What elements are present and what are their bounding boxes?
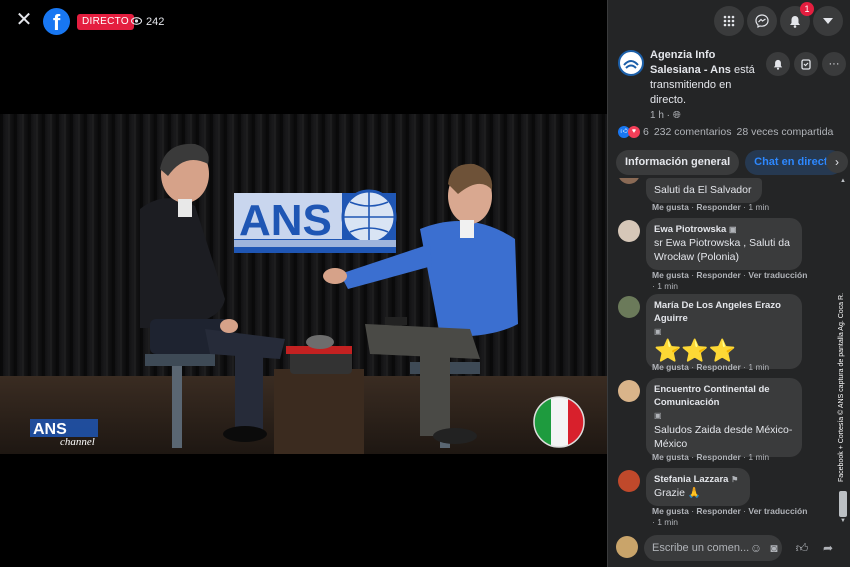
badge-icon: ▣ [654,327,662,336]
comment-bubble: Saluti da El Salvador [646,178,762,203]
commenter-avatar[interactable] [618,470,640,492]
comment-actions: Me gusta · Responder · Ver traducción · … [652,506,808,527]
love-reaction-icon: ♥ [628,126,640,138]
translate-button[interactable]: Ver traducción [748,506,807,516]
comment-bubble: María De Los Angeles Erazo Aguirre ▣ ⭐⭐⭐ [646,294,802,369]
comment-time[interactable]: 1 min [748,452,769,462]
reply-comment-button[interactable]: Responder [696,270,740,280]
tab-overview[interactable]: Información general [616,150,740,175]
comment-bubble: Stefania Lazzara ⚑ Grazie 🙏 [646,468,750,506]
translate-button[interactable]: Ver traducción [748,270,807,280]
badge-icon: ▣ [654,411,662,420]
comment-text: Saluti da El Salvador [654,184,752,196]
comment-text: Saludos Zaida desde México-México [654,424,793,450]
commenter-avatar[interactable] [618,178,640,184]
live-badge: DIRECTO [77,14,134,30]
post-time-value[interactable]: 1 h [650,110,664,121]
comment-text: Grazie 🙏 [654,487,701,499]
like-comment-button[interactable]: Me gusta [652,506,689,516]
viewer-count: 242 [130,14,165,30]
comment-time[interactable]: 1 min [748,202,769,212]
tabs-chevron-right-icon[interactable]: › [826,151,848,173]
like-comment-button[interactable]: Me gusta [652,452,689,462]
viewer-count-value: 242 [146,16,165,28]
studio-ans-sign: ANS [234,189,397,253]
engagement-stats: 👍︎ ♥ 6 232 comentarios 28 veces comparti… [618,126,848,138]
commenter-avatar[interactable] [618,380,640,402]
commenter-avatar[interactable] [618,296,640,318]
commenter-avatar[interactable] [618,220,640,242]
save-bookmark-icon[interactable] [794,52,818,76]
svg-text:ANS: ANS [239,196,332,245]
comment-time[interactable]: 1 min [657,517,678,527]
comment-actions: Me gusta · Responder · 1 min [652,202,770,212]
camera-icon[interactable]: ◙ [766,540,782,556]
comment-composer: ☺ ◙ 👍︎ ➦ [608,530,850,567]
video-frame[interactable]: ANS ANS channel [0,114,607,454]
broadcast-description: Agenzia Info Salesiana - Ans está transm… [650,48,758,108]
page-name-link[interactable]: Agenzia Info Salesiana - Ans [650,49,731,76]
menu-grid-icon[interactable] [714,6,744,36]
like-thumb-icon[interactable]: 👍︎ [794,540,810,556]
messenger-icon[interactable] [747,6,777,36]
comment-text: ⭐⭐⭐ [654,338,737,363]
commenter-name[interactable]: Encuentro Continental de Comunicación [654,383,794,409]
commenter-name[interactable]: María De Los Angeles Erazo Aguirre [654,299,794,325]
flag-badge-icon: ⚑ [731,475,739,484]
live-video-viewer: ✕ f DIRECTO 242 ANS ANS channel 1 Agenzi… [0,0,850,567]
comment-bubble: Encuentro Continental de Comunicación ▣ … [646,378,802,457]
scroll-up-icon[interactable]: ▲ [839,178,847,186]
studio-scene: ANS ANS channel [0,114,607,454]
post-time: 1 h · 🌐︎ [650,110,681,121]
facebook-logo-icon[interactable]: f [43,8,70,35]
like-comment-button[interactable]: Me gusta [652,202,689,212]
video-top-bar: ✕ f DIRECTO 242 [0,0,607,42]
image-credit: Facebook + Cortesía © ANS captura de pan… [838,292,845,482]
follow-bell-icon[interactable] [766,52,790,76]
comment-actions: Me gusta · Responder · 1 min [652,362,770,372]
sidebar-tabs: Información general Chat en directo [616,150,850,176]
reply-comment-button[interactable]: Responder [696,506,740,516]
italy-flag-icon [533,396,585,448]
comment-text: sr Ewa Piotrowska , Saluti da Wrocław (P… [654,237,790,263]
page-avatar[interactable] [618,50,644,76]
share-icon[interactable]: ➦ [820,540,836,556]
like-comment-button[interactable]: Me gusta [652,362,689,372]
scroll-down-icon[interactable]: ▼ [839,518,847,526]
shares-count[interactable]: 28 veces compartida [736,126,833,138]
reactions-count[interactable]: 6 [643,126,649,138]
notifications-bell-icon[interactable]: 1 [780,2,814,36]
reply-comment-button[interactable]: Responder [696,452,740,462]
close-icon[interactable]: ✕ [14,10,34,30]
commenter-name[interactable]: Ewa Piotrowska ▣ [654,223,794,236]
svg-text:channel: channel [60,436,95,448]
scroll-thumb[interactable] [839,491,847,517]
more-options-icon[interactable]: ··· [822,52,846,76]
comment-actions: Me gusta · Responder · Ver traducción · … [652,270,808,291]
studio-table [274,335,364,454]
live-sidebar: 1 Agenzia Info Salesiana - Ans está tran… [607,0,850,567]
eye-icon [130,14,143,30]
comment-actions: Me gusta · Responder · 1 min [652,452,770,462]
live-chat-list[interactable]: Saluti da El Salvador Me gusta · Respond… [616,178,838,528]
video-pane[interactable]: ✕ f DIRECTO 242 ANS ANS channel [0,0,607,567]
emoji-icon[interactable]: ☺ [748,540,764,556]
comment-time[interactable]: 1 min [657,281,678,291]
account-chevron-down-icon[interactable] [813,6,843,36]
sidebar-top-bar: 1 [608,0,850,42]
globe-icon: 🌐︎ [672,110,681,121]
comments-count[interactable]: 232 comentarios [654,126,732,138]
reply-comment-button[interactable]: Responder [696,362,740,372]
badge-icon: ▣ [728,225,737,234]
notification-count-badge: 1 [800,2,814,16]
commenter-name[interactable]: Stefania Lazzara ⚑ [654,473,742,486]
like-comment-button[interactable]: Me gusta [652,270,689,280]
reply-comment-button[interactable]: Responder [696,202,740,212]
comment-time[interactable]: 1 min [748,362,769,372]
my-avatar [616,536,638,558]
comment-bubble: Ewa Piotrowska ▣ sr Ewa Piotrowska , Sal… [646,218,802,270]
